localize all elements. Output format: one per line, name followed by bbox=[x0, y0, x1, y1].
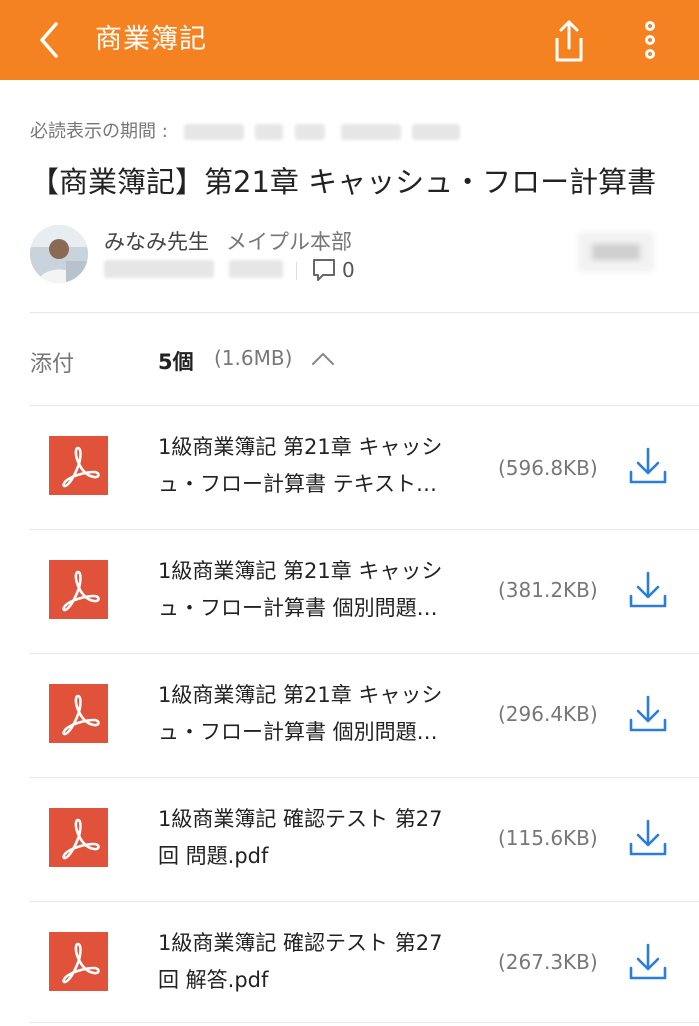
redacted-date bbox=[340, 124, 401, 140]
redacted-date bbox=[183, 124, 244, 140]
attachment-item[interactable]: 1級商業簿記 第21章 キャッシ ュ・フロー計算書 個別問題… (381.2KB… bbox=[0, 530, 699, 654]
pdf-icon bbox=[49, 932, 108, 991]
meta-separator bbox=[296, 262, 297, 280]
attachment-name-line1: 1級商業簿記 第21章 キャッシ bbox=[158, 435, 443, 459]
pdf-icon bbox=[49, 684, 108, 743]
attachment-name: 1級商業簿記 確認テスト 第27 回 解答.pdf bbox=[158, 925, 488, 999]
attachment-name-line2: ュ・フロー計算書 個別問題… bbox=[158, 720, 438, 744]
download-icon bbox=[629, 819, 667, 856]
attachment-name-line1: 1級商業簿記 第21章 キャッシ bbox=[158, 683, 443, 707]
download-button[interactable] bbox=[628, 818, 668, 858]
attachment-size: (596.8KB) bbox=[498, 456, 598, 480]
download-button[interactable] bbox=[628, 942, 668, 982]
attachment-name: 1級商業簿記 第21章 キャッシ ュ・フロー計算書 個別問題… bbox=[158, 677, 488, 751]
divider bbox=[30, 312, 699, 313]
download-button[interactable] bbox=[628, 446, 668, 486]
more-vertical-icon bbox=[645, 21, 655, 59]
redacted-badge bbox=[578, 232, 654, 272]
author-name: みなみ先生 bbox=[104, 230, 209, 254]
attachment-name: 1級商業簿記 確認テスト 第27 回 問題.pdf bbox=[158, 801, 488, 875]
display-period-label: 必読表示の期間 : bbox=[30, 121, 168, 142]
download-icon bbox=[629, 571, 667, 608]
pdf-icon bbox=[49, 436, 108, 495]
attachments-toggle[interactable] bbox=[310, 346, 336, 372]
download-button[interactable] bbox=[628, 694, 668, 734]
divider bbox=[30, 1022, 699, 1023]
post-title: 【商業簿記】第21章 キャッシュ・フロー計算書 bbox=[30, 165, 657, 199]
download-button[interactable] bbox=[628, 570, 668, 610]
comment-icon bbox=[313, 259, 335, 281]
attachment-item[interactable]: 1級商業簿記 確認テスト 第27 回 問題.pdf (115.6KB) bbox=[0, 778, 699, 902]
attachment-item[interactable]: 1級商業簿記 第21章 キャッシ ュ・フロー計算書 個別問題… (296.4KB… bbox=[0, 654, 699, 778]
avatar[interactable] bbox=[30, 225, 88, 283]
attachment-name-line2: 回 問題.pdf bbox=[158, 844, 269, 868]
attachment-name-line1: 1級商業簿記 確認テスト 第27 bbox=[158, 931, 443, 955]
redacted-timestamp bbox=[104, 259, 214, 278]
author-photo-icon bbox=[30, 225, 88, 283]
attachment-name: 1級商業簿記 第21章 キャッシ ュ・フロー計算書 個別問題… bbox=[158, 553, 488, 627]
pdf-icon bbox=[49, 808, 108, 867]
attachments-count: 5個 bbox=[158, 350, 194, 374]
attachment-size: (115.6KB) bbox=[498, 826, 598, 850]
chevron-up-icon bbox=[312, 353, 334, 365]
redacted-timestamp bbox=[229, 259, 284, 278]
attachment-item[interactable]: 1級商業簿記 確認テスト 第27 回 解答.pdf (267.3KB) bbox=[0, 902, 699, 1026]
comment-count: 0 bbox=[342, 258, 355, 282]
download-icon bbox=[629, 695, 667, 732]
share-button[interactable] bbox=[549, 18, 589, 64]
redacted-date bbox=[255, 124, 284, 140]
redacted-date bbox=[412, 124, 461, 140]
attachment-size: (267.3KB) bbox=[498, 950, 598, 974]
attachment-name-line1: 1級商業簿記 第21章 キャッシ bbox=[158, 559, 443, 583]
attachments-total-size: (1.6MB) bbox=[214, 346, 293, 370]
attachments-label: 添付 bbox=[30, 352, 75, 377]
author-org: メイプル本部 bbox=[226, 230, 352, 254]
pdf-icon bbox=[49, 560, 108, 619]
post-timestamp bbox=[104, 258, 284, 282]
attachment-name-line2: ュ・フロー計算書 個別問題… bbox=[158, 596, 438, 620]
app-header: 商業簿記 bbox=[0, 0, 699, 80]
download-icon bbox=[629, 447, 667, 484]
attachment-name-line1: 1級商業簿記 確認テスト 第27 bbox=[158, 807, 443, 831]
page-title: 商業簿記 bbox=[95, 24, 207, 55]
attachment-size: (296.4KB) bbox=[498, 702, 598, 726]
attachment-name-line2: 回 解答.pdf bbox=[158, 968, 269, 992]
display-period: 必読表示の期間 : bbox=[30, 117, 461, 143]
attachment-size: (381.2KB) bbox=[498, 578, 598, 602]
attachment-name: 1級商業簿記 第21章 キャッシ ュ・フロー計算書 テキスト… bbox=[158, 429, 488, 503]
attachment-name-line2: ュ・フロー計算書 テキスト… bbox=[158, 472, 438, 496]
download-icon bbox=[629, 943, 667, 980]
back-button[interactable] bbox=[30, 20, 70, 60]
attachment-item[interactable]: 1級商業簿記 第21章 キャッシ ュ・フロー計算書 テキスト… (596.8KB… bbox=[0, 406, 699, 530]
share-icon bbox=[555, 20, 583, 62]
back-arrow-icon bbox=[40, 22, 58, 58]
more-options-button[interactable] bbox=[638, 18, 662, 64]
redacted-date bbox=[295, 124, 325, 140]
